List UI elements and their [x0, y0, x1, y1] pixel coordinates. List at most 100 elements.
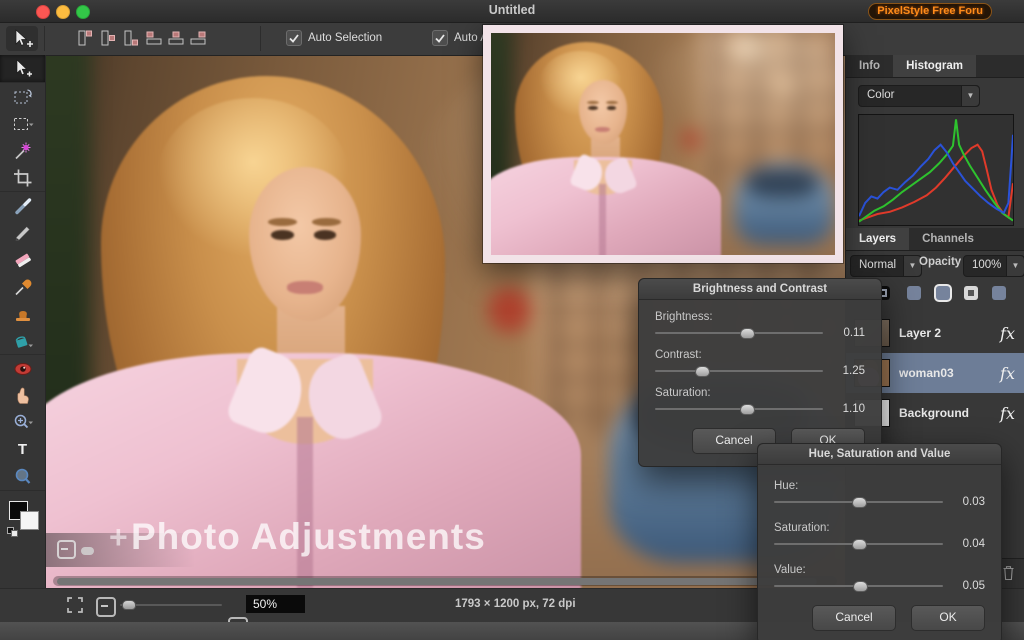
- value-slider-thumb[interactable]: [853, 581, 868, 592]
- tool-color-swatches[interactable]: [0, 490, 45, 539]
- align-left-button[interactable]: [75, 29, 95, 47]
- magic-wand-icon: [12, 141, 34, 161]
- tool-move[interactable]: [0, 55, 45, 82]
- tool-strip: T: [0, 55, 46, 588]
- tool-pencil[interactable]: [0, 219, 45, 246]
- layer-toggle-5[interactable]: [992, 286, 1006, 300]
- auto-selection-checkbox[interactable]: Auto Selection: [286, 30, 382, 46]
- tab-layers[interactable]: Layers: [846, 228, 909, 250]
- align-top-button[interactable]: [144, 29, 164, 47]
- zoom-plus-icon: [12, 413, 34, 433]
- zoom-out-button[interactable]: [96, 597, 116, 617]
- photo-subject: [491, 33, 835, 255]
- value-slider[interactable]: [774, 585, 943, 587]
- preview-window[interactable]: [483, 25, 843, 263]
- saturation-slider-thumb[interactable]: [740, 404, 755, 415]
- contrast-slider-thumb[interactable]: [695, 366, 710, 377]
- layer-name: Layer 2: [899, 326, 941, 340]
- contrast-slider[interactable]: [655, 370, 823, 372]
- zoom-slider[interactable]: [120, 604, 222, 606]
- layers-channels-tabs: Layers Channels: [846, 228, 1024, 251]
- delete-layer-button[interactable]: [1002, 565, 1015, 586]
- fx-badge[interactable]: fx: [1000, 364, 1015, 383]
- hsv-dialog: Hue, Saturation and Value Hue: 0.03 Satu…: [757, 443, 1002, 640]
- tool-crop[interactable]: [0, 164, 45, 191]
- dialog-title[interactable]: Brightness and Contrast: [639, 279, 881, 300]
- fx-badge[interactable]: fx: [1000, 324, 1015, 343]
- zoom-slider-thumb[interactable]: [122, 600, 136, 610]
- layer-toggle-3[interactable]: [936, 286, 950, 300]
- tool-zoom[interactable]: [0, 463, 45, 490]
- layer-toggle-2[interactable]: [907, 286, 921, 300]
- magnifier-icon: [12, 467, 34, 487]
- align-bottom-button[interactable]: [188, 29, 208, 47]
- cancel-button[interactable]: Cancel: [812, 605, 896, 631]
- tool-text[interactable]: T: [0, 436, 45, 463]
- saturation-slider[interactable]: [774, 543, 943, 545]
- eraser-icon: [12, 250, 34, 270]
- histogram-plot: [859, 115, 1013, 225]
- pixelstyle-badge: PixelStyle Free Foru: [868, 3, 992, 20]
- value-label: Value:: [774, 564, 985, 576]
- layer-name: woman03: [899, 366, 954, 380]
- saturation-slider-thumb[interactable]: [852, 539, 867, 550]
- brightness-slider[interactable]: [655, 332, 823, 334]
- blend-mode-dropdown[interactable]: Normal ▼: [850, 255, 922, 277]
- checkbox-check-icon: [286, 30, 302, 46]
- tool-brush[interactable]: [0, 191, 45, 219]
- brightness-slider-thumb[interactable]: [740, 328, 755, 339]
- tool-eraser[interactable]: [0, 246, 45, 273]
- trash-icon: [1002, 565, 1015, 581]
- horizontal-scrollbar-thumb[interactable]: [57, 578, 817, 585]
- histogram-channel-dropdown[interactable]: Color ▼: [858, 85, 980, 107]
- current-tool-indicator: [6, 26, 38, 51]
- horizontal-scrollbar[interactable]: [53, 576, 837, 586]
- watermark-plus-glyph: +: [109, 519, 128, 556]
- align-right-button[interactable]: [121, 29, 141, 47]
- tool-transform-selection[interactable]: [0, 82, 45, 110]
- opacity-dropdown[interactable]: 100% ▼: [963, 255, 1024, 277]
- marquee-icon: [12, 114, 34, 134]
- finger-hand-icon: [12, 386, 34, 406]
- align-h-center-button[interactable]: [98, 29, 118, 47]
- default-colors-icon[interactable]: [7, 527, 17, 536]
- overlay-zoom-slider-thumb[interactable]: [81, 547, 94, 555]
- preview-photo-slot: [491, 33, 835, 255]
- fx-badge[interactable]: fx: [1000, 404, 1015, 423]
- saturation-label: Saturation:: [655, 387, 865, 399]
- checkbox-check-icon: [432, 30, 448, 46]
- fullscreen-button[interactable]: [66, 596, 84, 619]
- overlay-zoom-out-button[interactable]: [57, 540, 76, 559]
- saturation-value: 1.10: [833, 403, 865, 415]
- saturation-slider[interactable]: [655, 408, 823, 410]
- hue-slider-thumb[interactable]: [852, 497, 867, 508]
- tool-clone-stamp[interactable]: [0, 300, 45, 327]
- fullscreen-icon: [66, 596, 84, 614]
- tab-histogram[interactable]: Histogram: [893, 55, 976, 77]
- background-color-swatch[interactable]: [20, 511, 39, 530]
- eyedropper-icon: [12, 277, 34, 297]
- value-value: 0.05: [953, 580, 985, 592]
- paint-bucket-icon: [12, 331, 34, 351]
- tool-paint-bucket[interactable]: [0, 327, 45, 354]
- layer-toggle-4[interactable]: [964, 286, 978, 300]
- tool-magic-wand[interactable]: [0, 137, 45, 164]
- chevron-down-icon: ▼: [1006, 256, 1024, 276]
- tool-rect-marquee[interactable]: [0, 110, 45, 137]
- tab-channels[interactable]: Channels: [909, 228, 987, 250]
- tab-info[interactable]: Info: [846, 55, 893, 77]
- text-tool-icon: T: [18, 441, 27, 458]
- hue-slider[interactable]: [774, 501, 943, 503]
- ok-button[interactable]: OK: [911, 605, 985, 631]
- tool-smudge-finger[interactable]: [0, 382, 45, 409]
- auto-selection-label: Auto Selection: [308, 32, 382, 44]
- watermark-text: Photo Adjustments: [131, 516, 486, 558]
- tool-red-eye[interactable]: [0, 354, 45, 382]
- tool-zoom-plus[interactable]: [0, 409, 45, 436]
- zoom-level-field[interactable]: 50%: [246, 595, 305, 613]
- histogram-panel: [858, 114, 1014, 226]
- tool-eyedropper[interactable]: [0, 273, 45, 300]
- dialog-title[interactable]: Hue, Saturation and Value: [758, 444, 1001, 465]
- pencil-icon: [12, 223, 34, 243]
- align-v-center-button[interactable]: [166, 29, 186, 47]
